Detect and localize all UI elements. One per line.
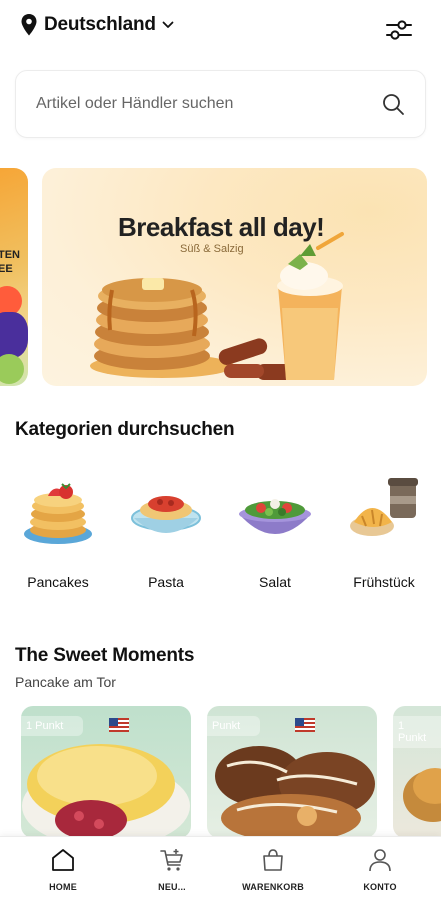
pasta-icon [131,496,201,533]
points-badge: 1 Punkt [21,716,84,736]
points-badge: Punkt [207,716,261,736]
header: Deutschland [0,0,441,56]
user-icon [369,849,391,872]
salad-icon [239,499,311,534]
previous-banner-text: TEN EE [0,249,20,275]
filter-button[interactable] [385,16,413,44]
categories-heading: Kategorien durchsuchen [15,419,235,440]
location-label: Deutschland [44,14,156,35]
location-pin-icon [21,14,37,36]
nav-label: HOME [49,882,77,892]
store-card[interactable]: Punkt [207,706,377,838]
category-breakfast[interactable]: Frühstück [329,470,439,592]
bag-icon [263,849,283,871]
cart-add-icon [160,849,183,871]
category-pancakes[interactable]: Pancakes [3,470,113,592]
us-flag-icon [295,718,315,732]
category-label: Pasta [148,574,184,590]
nav-label: NEU... [158,882,186,892]
promo-banner[interactable]: Breakfast all day! Süß & Salzig [42,168,427,386]
pancakes-icon [24,483,92,544]
nav-label: KONTO [363,882,397,892]
store-card[interactable]: 1 Punkt [393,706,441,838]
category-label: Pancakes [27,574,89,590]
filter-sliders-icon [386,20,412,40]
nav-new[interactable]: NEU... [127,847,217,892]
store-card[interactable]: 1 Punkt [21,706,191,838]
bottom-navigation: HOME NEU... WARENKORB KONTO [0,836,441,900]
category-label: Salat [259,574,291,590]
points-badge: 1 Punkt [393,716,441,748]
location-selector[interactable]: Deutschland [20,14,174,36]
pancake-stack-illustration [90,232,344,380]
previous-banner-slide[interactable]: TEN EE [0,168,28,386]
category-pasta[interactable]: Pasta [111,470,221,592]
banner-decoration [0,312,28,358]
nav-account[interactable]: KONTO [335,847,425,892]
search-input[interactable] [36,71,376,137]
search-bar [15,70,426,138]
category-label: Frühstück [353,574,415,590]
category-salad[interactable]: Salat [220,470,330,592]
section-subtitle: Pancake am Tor [15,674,116,690]
banner-decoration [0,354,24,384]
breakfast-icon [350,478,418,536]
us-flag-icon [109,718,129,732]
section-title: The Sweet Moments [15,645,195,666]
search-icon[interactable] [381,92,405,116]
chevron-down-icon [162,21,174,28]
nav-label: WARENKORB [242,882,304,892]
home-icon [52,849,74,871]
nav-cart[interactable]: WARENKORB [228,847,318,892]
nav-home[interactable]: HOME [18,847,108,892]
